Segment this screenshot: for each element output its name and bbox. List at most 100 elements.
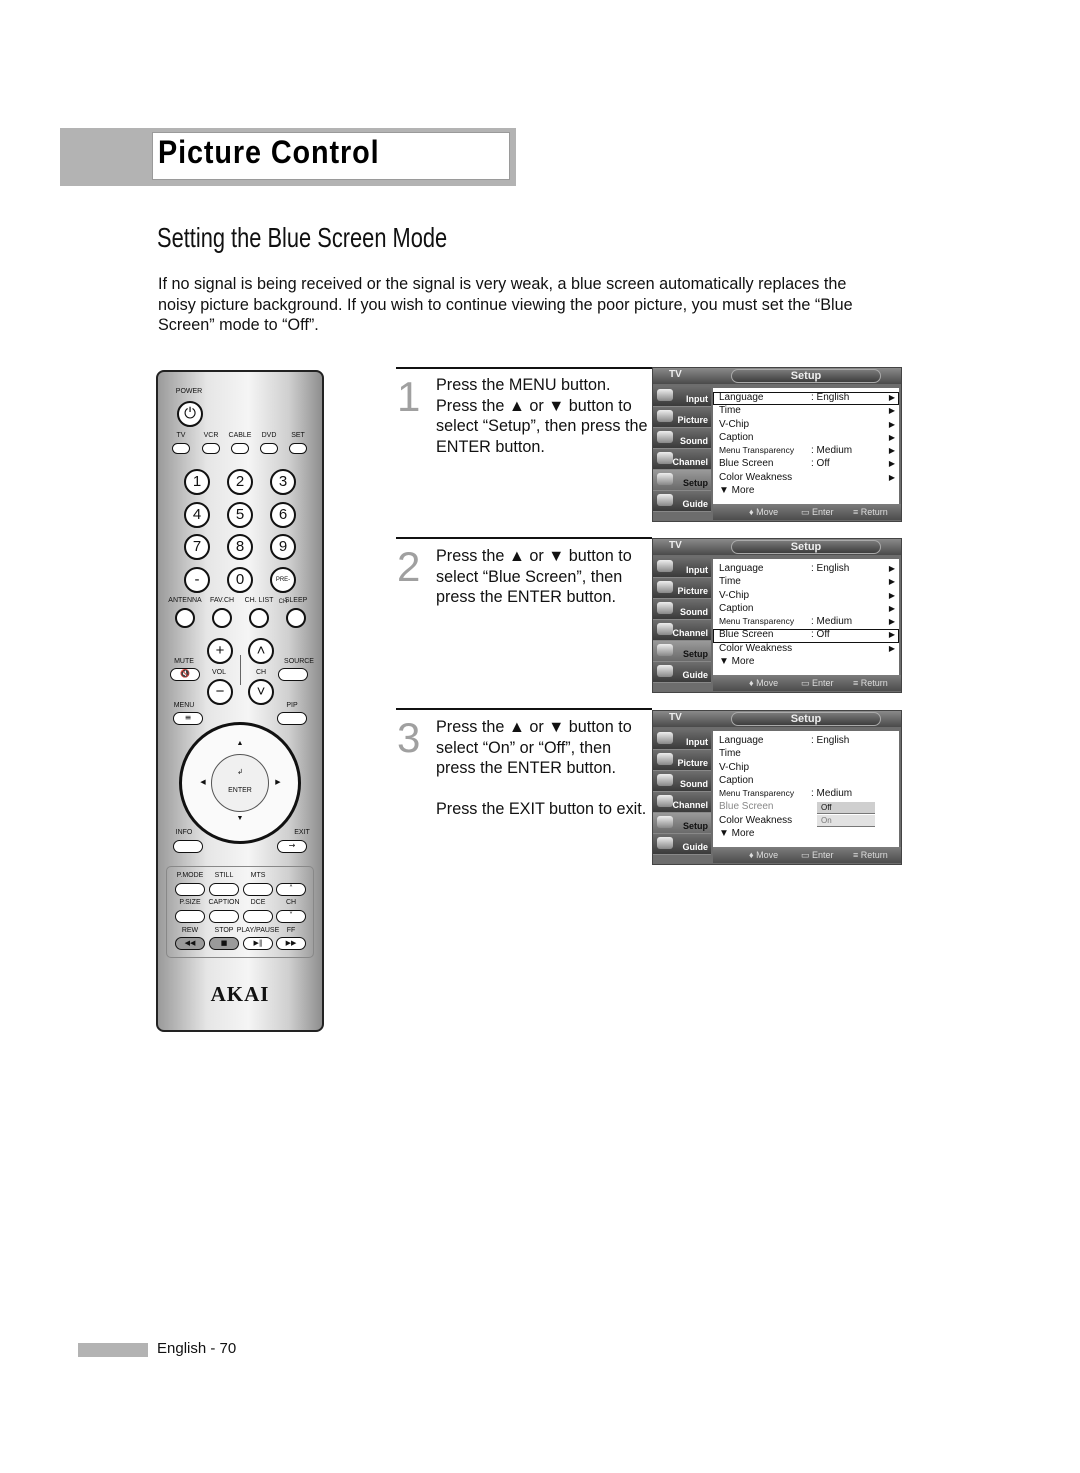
osd-menu-item[interactable]: Caption ▶ [713, 432, 899, 445]
picture-icon [657, 410, 673, 422]
osd-sidebar-item-setup[interactable]: Setup [653, 813, 711, 834]
osd-sidebar-item-guide[interactable]: Guide [653, 491, 711, 512]
osd-item-label: Time [719, 405, 741, 417]
osd-menu-item[interactable]: Time ▶ [713, 405, 899, 418]
osd-menu-item[interactable]: Time ▶ [713, 576, 899, 589]
exit-label: EXIT [294, 829, 310, 836]
osd-sidebar-item-setup[interactable]: Setup [653, 470, 711, 491]
osd-menu-item[interactable]: Blue Screen: Off ▶ [713, 629, 899, 643]
ff-button[interactable]: ▶▶ [276, 937, 306, 950]
playpause-button[interactable]: ▶‖ [243, 937, 273, 950]
osd-menu-item[interactable]: Time [713, 748, 899, 761]
osd-sidebar-item-guide[interactable]: Guide [653, 834, 711, 855]
favch-button[interactable] [212, 608, 232, 628]
osd-menu-item[interactable]: Caption [713, 775, 899, 788]
osd-sidebar-item-channel[interactable]: Channel [653, 792, 711, 813]
osd-menu-item[interactable]: Color Weakness ▶ [713, 472, 899, 485]
stop-button[interactable]: ■ [209, 937, 239, 950]
osd-menu-item[interactable]: Language: English ▶ [713, 392, 899, 406]
power-button[interactable]: ⏻ [177, 401, 203, 427]
chlist-button[interactable] [249, 608, 269, 628]
osd-sidebar-item-input[interactable]: Input [653, 386, 711, 407]
osd-sidebar-item-sound[interactable]: Sound [653, 771, 711, 792]
ch-up-small-button[interactable]: ˄ [276, 883, 306, 896]
channel-down-button[interactable]: ˅ [248, 679, 274, 705]
osd-option-off[interactable]: Off [817, 802, 875, 814]
enter-hint: ▭ Enter [801, 678, 834, 689]
osd-menu-item[interactable]: ▼ More [713, 485, 899, 498]
osd-sidebar-item-guide[interactable]: Guide [653, 662, 711, 683]
mts-button[interactable] [243, 883, 273, 896]
osd-menu-item[interactable]: Language: English ▶ [713, 563, 899, 576]
digit-4-button[interactable]: 4 [184, 502, 210, 528]
dvd-mode-button[interactable] [260, 443, 278, 454]
pre-ch-button[interactable]: PRE-CH [270, 567, 296, 605]
digit-2-button[interactable]: 2 [227, 469, 253, 495]
up-arrow-icon[interactable]: ▲ [237, 740, 244, 747]
menu-button[interactable]: ≡ [173, 712, 203, 725]
digit-7-button[interactable]: 7 [184, 534, 210, 560]
osd-sidebar-item-input[interactable]: Input [653, 729, 711, 750]
osd-menu-item[interactable]: Menu Transparency: Medium ▶ [713, 445, 899, 458]
osd-sidebar-item-sound[interactable]: Sound [653, 599, 711, 620]
left-arrow-icon[interactable]: ◀ [200, 778, 205, 786]
osd-menu-item[interactable]: V-Chip ▶ [713, 590, 899, 603]
osd-sidebar-item-picture[interactable]: Picture [653, 750, 711, 771]
osd-sidebar-item-channel[interactable]: Channel [653, 620, 711, 641]
digit-9-button[interactable]: 9 [270, 534, 296, 560]
digit-8-button[interactable]: 8 [227, 534, 253, 560]
osd-menu-item[interactable]: Blue Screen: Off ▶ [713, 458, 899, 471]
digit-3-button[interactable]: 3 [270, 469, 296, 495]
osd-option-on[interactable]: On [817, 815, 875, 827]
down-arrow-icon[interactable]: ▼ [237, 815, 244, 822]
osd-menu-item[interactable]: Menu Transparency: Medium [713, 788, 899, 801]
exit-button[interactable]: → [277, 840, 307, 853]
osd-sidebar-item-sound[interactable]: Sound [653, 428, 711, 449]
return-icon: ≡ [853, 507, 859, 517]
antenna-button[interactable] [175, 608, 195, 628]
digit-1-button[interactable]: 1 [184, 469, 210, 495]
dce-button[interactable] [243, 910, 273, 923]
digit-5-button[interactable]: 5 [227, 502, 253, 528]
pmode-button[interactable] [175, 883, 205, 896]
info-button[interactable] [173, 840, 203, 853]
osd-sidebar-item-channel[interactable]: Channel [653, 449, 711, 470]
still-button[interactable] [209, 883, 239, 896]
osd-menu-item[interactable]: Color Weakness ▶ [713, 643, 899, 656]
osd-menu-item[interactable]: Language: English [713, 735, 899, 748]
osd-menu-item[interactable]: Caption ▶ [713, 603, 899, 616]
page-title: Picture Control [158, 134, 380, 170]
cable-mode-button[interactable] [231, 443, 249, 454]
vcr-mode-button[interactable] [202, 443, 220, 454]
digit-0-button[interactable]: 0 [227, 567, 253, 593]
move-hint: ♦ Move [749, 507, 778, 517]
volume-down-button[interactable]: − [207, 679, 233, 705]
dash-button[interactable]: - [184, 567, 210, 593]
channel-up-button[interactable]: ˄ [248, 638, 274, 664]
set-mode-button[interactable] [289, 443, 307, 454]
rew-button[interactable]: ◀◀ [175, 937, 205, 950]
pip-button[interactable] [277, 712, 307, 725]
channel-icon [657, 795, 673, 807]
osd-menu-item[interactable]: Menu Transparency: Medium ▶ [713, 616, 899, 629]
osd-menu-item[interactable]: ▼ More [713, 656, 899, 669]
osd-sidebar-item-picture[interactable]: Picture [653, 407, 711, 428]
osd-menu-item[interactable]: V-Chip ▶ [713, 419, 899, 432]
psize-button[interactable] [175, 910, 205, 923]
osd-menu-item[interactable]: V-Chip [713, 762, 899, 775]
osd-sidebar-item-setup[interactable]: Setup [653, 641, 711, 662]
right-arrow-icon[interactable]: ▶ [275, 778, 280, 786]
ch-down-small-button[interactable]: ˅ [276, 910, 306, 923]
volume-up-button[interactable]: + [207, 638, 233, 664]
tv-mode-button[interactable] [172, 443, 190, 454]
osd-sidebar-item-input[interactable]: Input [653, 557, 711, 578]
caption-button[interactable] [209, 910, 239, 923]
osd-menu-item[interactable]: ▼ More [713, 828, 899, 841]
mute-button[interactable]: 🔇 [170, 668, 200, 681]
digit-6-button[interactable]: 6 [270, 502, 296, 528]
return-icon: ≡ [853, 850, 859, 860]
osd-sidebar-item-picture[interactable]: Picture [653, 578, 711, 599]
enter-button[interactable] [211, 754, 269, 812]
sleep-button[interactable] [286, 608, 306, 628]
source-button[interactable] [278, 668, 308, 681]
